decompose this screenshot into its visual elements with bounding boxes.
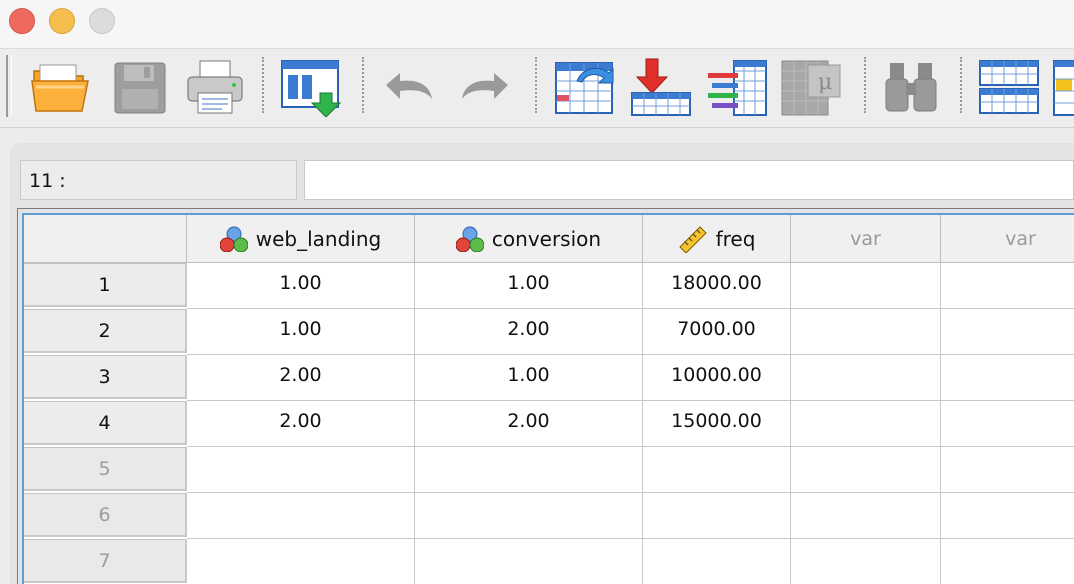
data-cell[interactable] (187, 493, 415, 539)
data-cell[interactable] (791, 493, 941, 539)
data-cell[interactable] (791, 355, 941, 401)
column-header-label: freq (715, 226, 756, 251)
data-cell[interactable] (791, 263, 941, 309)
nominal-type-icon (455, 226, 484, 252)
data-cell[interactable] (791, 401, 941, 447)
data-cell[interactable] (415, 493, 643, 539)
data-cell[interactable] (791, 539, 941, 584)
column-header-label: var (1005, 227, 1036, 250)
goto-variable-icon[interactable] (630, 57, 692, 117)
data-cell[interactable] (187, 539, 415, 584)
title-bar (0, 0, 1074, 49)
data-cell[interactable]: 2.00 (187, 401, 415, 447)
grid-corner-cell[interactable] (24, 215, 187, 263)
print-icon[interactable] (184, 57, 246, 117)
cell-reference-label: 11 : (20, 160, 297, 200)
toolbar-separator (362, 57, 364, 113)
column-header-var[interactable]: var (941, 215, 1074, 263)
row-header-5[interactable]: 5 (24, 447, 187, 491)
column-header-conversion[interactable]: conversion (415, 215, 643, 263)
data-cell[interactable]: 1.00 (187, 263, 415, 309)
toolbar-separator (864, 57, 866, 113)
data-cell[interactable] (941, 401, 1074, 447)
column-header-web_landing[interactable]: web_landing (187, 215, 415, 263)
data-cell[interactable] (941, 263, 1074, 309)
variables-icon[interactable] (706, 57, 768, 117)
toolbar-grip[interactable] (6, 55, 12, 117)
data-grid: web_landing conversion freq var var 1 1.00 1.00… (22, 213, 1074, 584)
close-window-button[interactable] (9, 8, 35, 34)
goto-case-icon[interactable] (553, 57, 615, 117)
column-header-label: web_landing (255, 226, 382, 251)
cell-value-input[interactable] (304, 160, 1074, 200)
data-cell[interactable]: 1.00 (415, 355, 643, 401)
row-header-2[interactable]: 2 (24, 309, 187, 353)
row-header-3[interactable]: 3 (24, 355, 187, 399)
data-cell[interactable] (941, 539, 1074, 584)
run-descriptives-icon[interactable]: μ (780, 57, 842, 117)
data-cell[interactable]: 1.00 (187, 309, 415, 355)
toolbar-separator (535, 57, 537, 113)
data-cell[interactable] (941, 355, 1074, 401)
find-binoculars-icon[interactable] (880, 57, 942, 117)
column-header-freq[interactable]: freq (643, 215, 791, 263)
data-cell[interactable] (643, 493, 791, 539)
data-cell[interactable] (643, 539, 791, 584)
data-cell[interactable] (791, 309, 941, 355)
data-cell[interactable] (415, 447, 643, 493)
data-cell[interactable]: 10000.00 (643, 355, 791, 401)
zoom-window-button[interactable] (89, 8, 115, 34)
data-cell[interactable]: 2.00 (415, 309, 643, 355)
data-cell[interactable]: 2.00 (187, 355, 415, 401)
undo-icon[interactable] (378, 57, 440, 117)
data-cell[interactable]: 7000.00 (643, 309, 791, 355)
data-cell[interactable]: 1.00 (415, 263, 643, 309)
data-cell[interactable] (941, 309, 1074, 355)
data-cell[interactable]: 18000.00 (643, 263, 791, 309)
row-header-6[interactable]: 6 (24, 493, 187, 537)
column-header-var[interactable]: var (791, 215, 941, 263)
toolbar: μ (0, 49, 1074, 128)
data-cell[interactable] (643, 447, 791, 493)
data-cell[interactable] (415, 539, 643, 584)
weight-cases-icon[interactable] (1052, 57, 1074, 117)
row-header-4[interactable]: 4 (24, 401, 187, 445)
dialog-recall-icon[interactable] (280, 57, 342, 117)
svg-text:μ: μ (818, 70, 832, 95)
data-cell[interactable]: 15000.00 (643, 401, 791, 447)
minimize-window-button[interactable] (49, 8, 75, 34)
column-header-label: conversion (491, 226, 602, 251)
scale-ruler-icon (678, 225, 707, 253)
redo-icon[interactable] (454, 57, 516, 117)
data-cell[interactable] (941, 493, 1074, 539)
toolbar-separator (262, 57, 264, 113)
data-cell[interactable] (791, 447, 941, 493)
row-header-1[interactable]: 1 (24, 263, 187, 307)
open-folder-icon[interactable] (30, 57, 92, 117)
split-file-icon[interactable] (978, 57, 1040, 117)
data-cell[interactable]: 2.00 (415, 401, 643, 447)
save-disk-icon[interactable] (108, 57, 170, 117)
row-header-7[interactable]: 7 (24, 539, 187, 583)
column-header-label: var (850, 227, 881, 250)
data-cell[interactable] (941, 447, 1074, 493)
data-cell[interactable] (187, 447, 415, 493)
toolbar-separator (960, 57, 962, 113)
nominal-type-icon (219, 226, 248, 252)
